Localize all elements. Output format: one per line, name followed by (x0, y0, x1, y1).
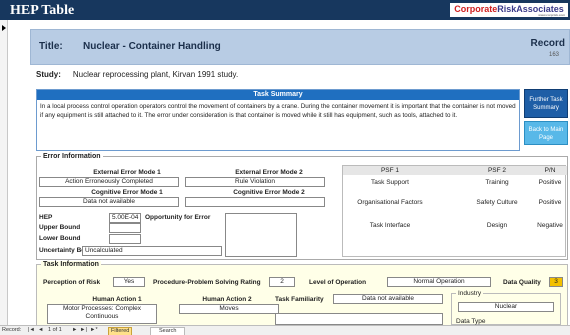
procedure-rating-label: Procedure-Problem Solving Rating (153, 279, 261, 286)
task-information-section: Task Information Perception of Risk Yes … (36, 261, 568, 326)
task-familiarity-label: Task Familiarity (275, 296, 324, 303)
lower-bound-label: Lower Bound (39, 235, 81, 242)
study-value[interactable]: Nuclear reprocessing plant, Kirvan 1991 … (73, 70, 238, 79)
upper-bound-label: Upper Bound (39, 224, 81, 231)
hep-field[interactable]: 5.00E-04 (109, 213, 141, 223)
cog-error-mode1-field[interactable]: Data not available (39, 197, 179, 207)
human-action1-label: Human Action 1 (92, 296, 142, 303)
psf-row2-psf2[interactable]: Safety Culture (467, 199, 527, 206)
further-task-summary-button[interactable]: Further Task Summary (524, 89, 568, 118)
cog-error-mode2-field[interactable] (185, 197, 325, 207)
task-summary-heading: Task Summary (37, 90, 519, 100)
psf-row1-psf1[interactable]: Task Support (343, 179, 437, 186)
procedure-rating-field[interactable]: 2 (269, 277, 295, 287)
human-action2-field[interactable]: Moves (179, 304, 279, 314)
psf-row1-psf2[interactable]: Training (467, 179, 527, 186)
hep-label: HEP (39, 214, 53, 221)
task-familiarity-field[interactable]: Data not available (333, 294, 443, 304)
psf-table: PSF 1 PSF 2 P/N Task Support Training Po… (342, 165, 567, 257)
level-of-operation-label: Level of Operation (309, 279, 367, 286)
error-information-section: Error Information External Error Mode 1 … (36, 153, 568, 260)
psf-row3-psf2[interactable]: Design (467, 222, 527, 229)
study-label: Study: (36, 70, 61, 79)
task-summary-panel: Task Summary In a local process control … (36, 89, 520, 151)
perception-of-risk-field[interactable]: Yes (113, 277, 145, 287)
data-type-label: Data Type (456, 318, 486, 325)
human-action2-label: Human Action 2 (202, 296, 252, 303)
cog-error-mode2-label: Cognitive Error Mode 2 (233, 189, 305, 196)
prev-record-icon[interactable]: ◄ (38, 326, 43, 335)
record-number: 163 (548, 52, 559, 58)
psf2-header: PSF 2 (487, 167, 507, 174)
search-input[interactable]: Search (150, 327, 186, 335)
psf-row3-psf1[interactable]: Task Interface (343, 222, 437, 229)
ext-error-mode1-label: External Error Mode 1 (93, 169, 161, 176)
next-record-icon[interactable]: ► (72, 326, 77, 335)
record-title-bar: Title: Nuclear - Container Handling Reco… (30, 29, 570, 65)
back-to-main-button[interactable]: Back to Main Page (524, 121, 568, 145)
last-record-icon[interactable]: ►| (80, 326, 87, 335)
record-selector[interactable] (0, 20, 8, 325)
first-record-icon[interactable]: |◄ (28, 326, 35, 335)
task-summary-text[interactable]: In a local process control operation ope… (37, 100, 519, 122)
study-line: Study: Nuclear reprocessing plant, Kirvan… (36, 70, 238, 79)
upper-bound-field[interactable] (109, 223, 141, 233)
lower-bound-field[interactable] (109, 234, 141, 244)
cog-error-mode1-label: Cognitive Error Mode 1 (91, 189, 163, 196)
task-notes-field[interactable] (275, 313, 443, 325)
filtered-button[interactable]: Filtered (108, 327, 133, 335)
psf-row3-pn[interactable]: Negative (533, 222, 567, 229)
ext-error-mode2-label: External Error Mode 2 (235, 169, 303, 176)
industry-group: Industry Nuclear Data Type (451, 290, 561, 325)
data-quality-label: Data Quality (503, 279, 541, 286)
company-logo: CorporateRiskAssociates www.corprisk.com (450, 3, 568, 17)
error-information-legend: Error Information (41, 153, 103, 160)
industry-label: Industry (456, 290, 484, 297)
new-record-icon[interactable]: ►* (90, 326, 98, 335)
record-nav-label: Record: (2, 327, 22, 333)
human-action1-field[interactable]: Motor Processes: Complex Continuous (47, 304, 157, 324)
data-quality-field[interactable]: 3 (549, 277, 563, 287)
psf-row2-pn[interactable]: Positive (533, 199, 567, 206)
record-label: Record (530, 38, 565, 49)
ext-error-mode2-field[interactable]: Rule Violation (185, 177, 325, 187)
opportunity-for-error-label: Opportunity for Error (145, 214, 211, 221)
app-header: HEP Table CorporateRiskAssociates www.co… (0, 0, 570, 20)
title-label: Title: (39, 41, 63, 52)
title-value[interactable]: Nuclear - Container Handling (83, 41, 221, 52)
current-record-arrow-icon (2, 25, 6, 31)
task-information-legend: Task Information (41, 261, 101, 268)
perception-of-risk-label: Perception of Risk (43, 279, 101, 286)
psf1-header: PSF 1 (380, 167, 400, 174)
industry-field[interactable]: Nuclear (458, 302, 554, 312)
psf-row2-psf1[interactable]: Organisational Factors (343, 199, 437, 206)
opportunity-for-error-field[interactable] (225, 213, 297, 257)
ext-error-mode1-field[interactable]: Action Erroneously Completed (39, 177, 179, 187)
page-title: HEP Table (10, 3, 75, 18)
record-navigation-bar: Record: |◄ ◄ 1 of 1 ► ►| ►* Filtered Sea… (0, 325, 570, 335)
level-of-operation-field[interactable]: Normal Operation (387, 277, 491, 287)
pn-header: P/N (544, 167, 556, 174)
uncertainty-bounds-field[interactable]: Uncalculated (82, 246, 222, 256)
psf-row1-pn[interactable]: Positive (533, 179, 567, 186)
record-position[interactable]: 1 of 1 (48, 326, 62, 335)
